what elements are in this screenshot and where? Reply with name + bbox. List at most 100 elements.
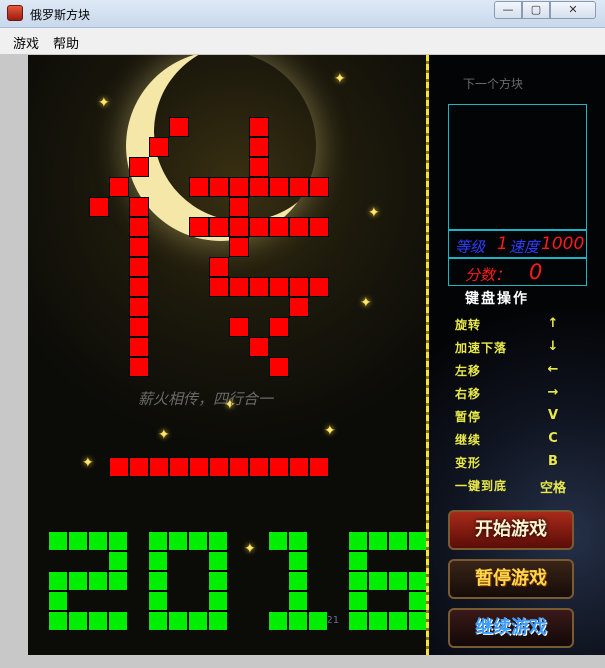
pause-game-button[interactable]: 暂停游戏 [448,559,574,599]
green-block [108,531,128,551]
red-block [129,457,149,477]
green-block [408,571,428,591]
red-block [309,217,329,237]
green-block [208,531,228,551]
red-block [109,177,129,197]
key-name: 继续 [455,433,482,447]
green-block [288,611,308,631]
red-block [229,197,249,217]
green-block [308,611,328,631]
key-row-speed-down: 加速下落 ↓ [455,339,585,359]
resume-game-button[interactable]: 继续游戏 [448,608,574,648]
red-block [289,217,309,237]
menu-game[interactable]: 游戏 [13,33,39,52]
key-row-pause: 暂停 V [455,408,585,428]
green-block [148,551,168,571]
green-block [288,531,308,551]
keyboard-title: 键盘操作 [465,291,529,307]
red-block [129,277,149,297]
red-block [129,217,149,237]
next-piece-label: 下一个方块 [463,77,524,91]
green-block [268,531,288,551]
red-block [129,317,149,337]
green-block [348,611,368,631]
red-block [249,217,269,237]
red-block [269,177,289,197]
green-block [388,571,408,591]
key-value: 空格 [539,481,566,496]
window-title: 俄罗斯方块 [30,8,91,22]
level-value: 1 [497,234,508,254]
maximize-button[interactable]: ▢ [522,1,550,19]
key-name: 左移 [455,364,482,378]
red-block [249,457,269,477]
watermark-text: 薪火相传，四行合一 [138,390,274,408]
red-block [129,337,149,357]
red-block [129,157,149,177]
green-block [148,611,168,631]
red-block [129,257,149,277]
key-row-drop: 一键到底 空格 [455,477,585,497]
red-block [249,177,269,197]
key-row-left: 左移 ← [455,362,585,382]
green-block [388,611,408,631]
green-block [288,551,308,571]
minimize-button[interactable]: — [494,1,522,19]
green-block [108,551,128,571]
game-board: ✦ ✦ ✦ ✦ ✦ ✦ ✦ ✦ ✦ ✦ ✦ 薪火相传，四行合一 1X180Y21 [28,55,429,655]
red-block [229,237,249,257]
green-block [48,531,68,551]
key-name: 旋转 [455,318,482,332]
red-block [289,177,309,197]
score-label: 分数： [465,266,511,284]
red-block [209,217,229,237]
green-block [68,531,88,551]
level-label: 等级 [455,238,486,256]
key-value: → [547,385,559,400]
red-block [269,217,289,237]
red-block [229,217,249,237]
red-block [209,257,229,277]
key-value: B [548,454,558,469]
app-icon [7,5,23,21]
key-name: 变形 [455,456,482,470]
red-block [309,177,329,197]
red-block [269,317,289,337]
speed-label: 速度 [509,238,540,256]
green-block [48,591,68,611]
red-block [229,277,249,297]
score-panel: 分数： 0 [448,258,587,286]
red-block [129,197,149,217]
green-block [348,551,368,571]
red-block [189,177,209,197]
green-block [348,571,368,591]
red-block [149,457,169,477]
start-game-button[interactable]: 开始游戏 [448,510,574,550]
star-icon: ✦ [324,423,336,439]
menu-help[interactable]: 帮助 [53,33,79,52]
star-icon: ✦ [98,95,110,111]
star-icon: ✦ [158,427,170,443]
key-row-rotate: 旋转 ↑ [455,316,585,336]
green-block [288,591,308,611]
side-panel: 下一个方块 等级 1 速度 1000 分数： 0 键盘操作 旋转 ↑ 加速下落 … [429,55,605,655]
level-speed-panel: 等级 1 速度 1000 [448,230,587,258]
title-bar: 俄罗斯方块 — ▢ ✕ [0,0,605,28]
red-block [269,457,289,477]
star-icon: ✦ [360,295,372,311]
close-button[interactable]: ✕ [550,1,596,19]
red-block [249,117,269,137]
green-block [148,571,168,591]
key-value: C [548,431,558,446]
red-block [289,457,309,477]
green-block [188,611,208,631]
key-row-right: 右移 → [455,385,585,405]
star-icon: ✦ [368,205,380,221]
green-block [208,611,228,631]
red-block [229,457,249,477]
green-block [88,611,108,631]
green-block [68,611,88,631]
key-value: ← [547,362,559,377]
red-block [289,297,309,317]
star-icon: ✦ [334,71,346,87]
